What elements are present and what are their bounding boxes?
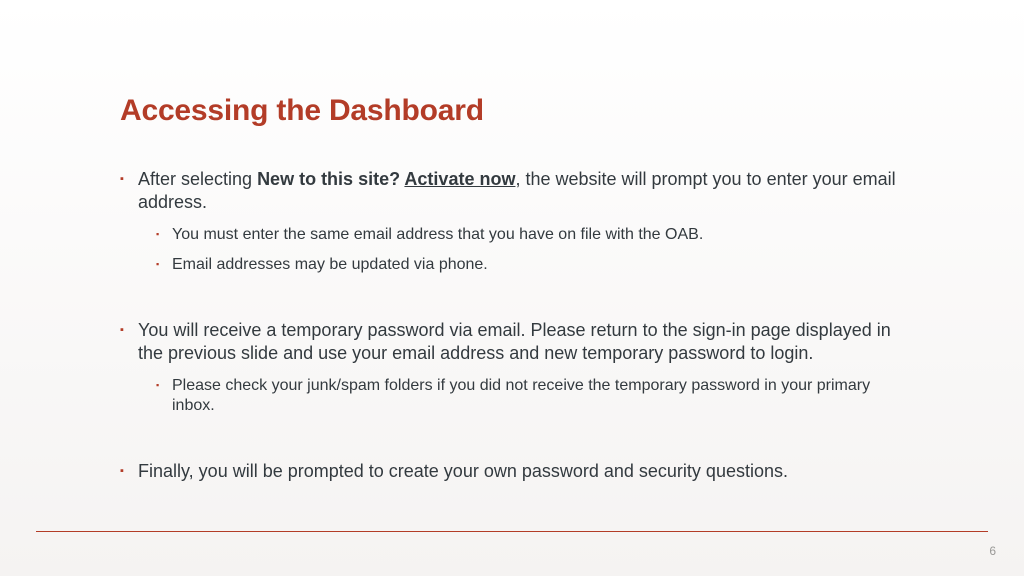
bullet-text: Finally, you will be prompted to create … xyxy=(138,460,909,483)
bullet-text: Email addresses may be updated via phone… xyxy=(172,255,909,275)
bullet-sub-group-1: ▪ You must enter the same email address … xyxy=(120,225,909,275)
bullet-main-1: ▪ After selecting New to this site? Acti… xyxy=(120,168,909,213)
text-segment: After selecting xyxy=(138,169,257,189)
bullet-marker-icon: ▪ xyxy=(156,225,172,244)
bullet-sub-group-2: ▪ Please check your junk/spam folders if… xyxy=(120,376,909,416)
slide: Accessing the Dashboard ▪ After selectin… xyxy=(0,0,1024,576)
bullet-marker-icon: ▪ xyxy=(156,376,172,395)
text-bold: New to this site? xyxy=(257,169,404,189)
page-number: 6 xyxy=(989,544,996,558)
bullet-sub: ▪ Email addresses may be updated via pho… xyxy=(156,255,909,275)
bullet-text: You must enter the same email address th… xyxy=(172,225,909,245)
footer-divider xyxy=(36,531,988,532)
bullet-sub: ▪ You must enter the same email address … xyxy=(156,225,909,245)
bullet-marker-icon: ▪ xyxy=(120,460,138,482)
bullet-marker-icon: ▪ xyxy=(156,255,172,274)
bullet-marker-icon: ▪ xyxy=(120,168,138,190)
bullet-text: After selecting New to this site? Activa… xyxy=(138,168,909,213)
bullet-text: Please check your junk/spam folders if y… xyxy=(172,376,909,416)
text-bold-underline: Activate now xyxy=(404,169,515,189)
slide-title: Accessing the Dashboard xyxy=(120,94,909,128)
bullet-main-2: ▪ You will receive a temporary password … xyxy=(120,319,909,364)
bullet-marker-icon: ▪ xyxy=(120,319,138,341)
bullet-sub: ▪ Please check your junk/spam folders if… xyxy=(156,376,909,416)
bullet-text: You will receive a temporary password vi… xyxy=(138,319,909,364)
bullet-main-3: ▪ Finally, you will be prompted to creat… xyxy=(120,460,909,483)
